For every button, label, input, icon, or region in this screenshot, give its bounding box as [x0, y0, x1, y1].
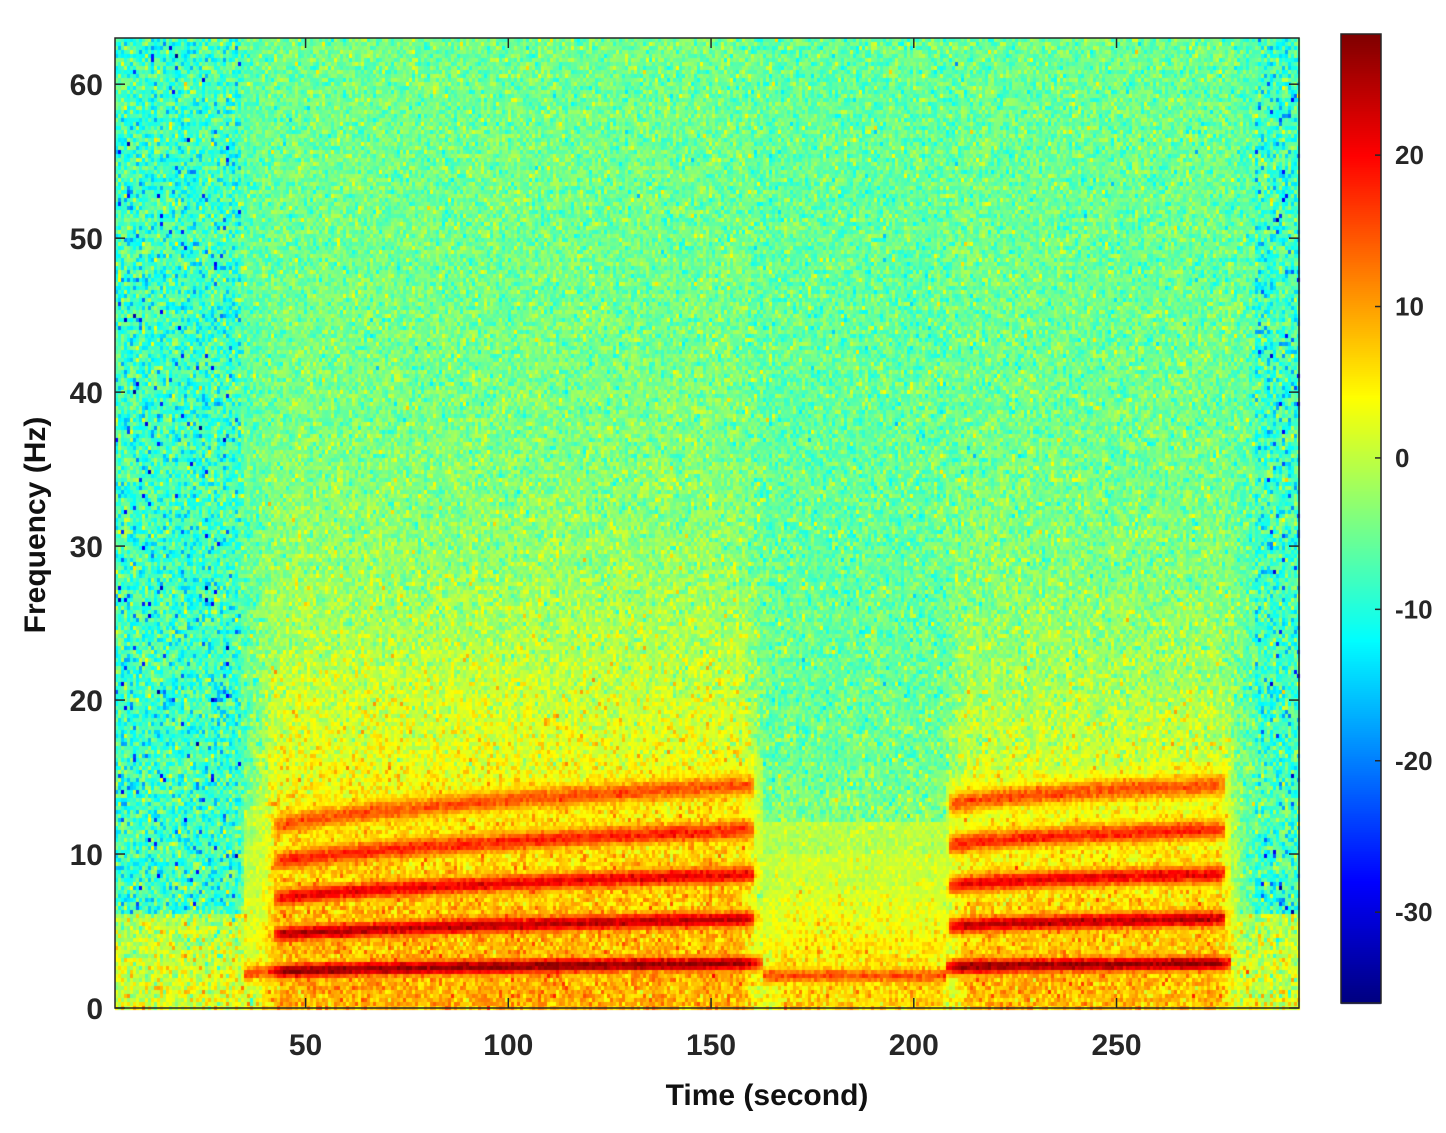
x-tick-label: 200 [889, 1029, 939, 1062]
axes-overlay: 50 100 150 200 250 0 10 20 30 40 50 60 -30 -20 -10 0 1… [19, 33, 1433, 1112]
plot-area-border [114, 37, 1300, 1009]
x-tick-label: 100 [483, 1029, 533, 1062]
spectrogram-figure: 50 100 150 200 250 0 10 20 30 40 50 60 -30 -20 -10 0 1… [0, 0, 1446, 1133]
y-tick-label: 60 [70, 69, 103, 102]
x-tick-label: 250 [1092, 1029, 1142, 1062]
colorbar-tick-label: -30 [1395, 897, 1433, 927]
colorbar-ticks: -30 -20 -10 0 10 20 [1375, 140, 1433, 927]
y-tick-label: 30 [70, 531, 103, 564]
plot-frame [114, 33, 1382, 1009]
x-tick-label: 150 [686, 1029, 736, 1062]
colorbar-tick-label: 20 [1395, 140, 1424, 170]
colorbar-tick-label: -10 [1395, 594, 1433, 624]
y-axis-ticks: 0 10 20 30 40 50 60 [70, 69, 1299, 1026]
y-axis-label: Frequency (Hz) [19, 417, 52, 634]
y-tick-label: 10 [70, 839, 103, 872]
x-axis-ticks: 50 100 150 200 250 [289, 38, 1142, 1062]
x-axis-label: Time (second) [666, 1079, 869, 1112]
y-tick-label: 40 [70, 377, 103, 410]
y-tick-label: 20 [70, 685, 103, 718]
colorbar-tick-label: 0 [1395, 443, 1409, 473]
y-tick-label: 0 [86, 993, 103, 1026]
y-tick-label: 50 [70, 223, 103, 256]
colorbar-tick-label: 10 [1395, 292, 1424, 322]
colorbar-border [1340, 33, 1382, 1004]
x-tick-label: 50 [289, 1029, 322, 1062]
colorbar-tick-label: -20 [1395, 746, 1433, 776]
